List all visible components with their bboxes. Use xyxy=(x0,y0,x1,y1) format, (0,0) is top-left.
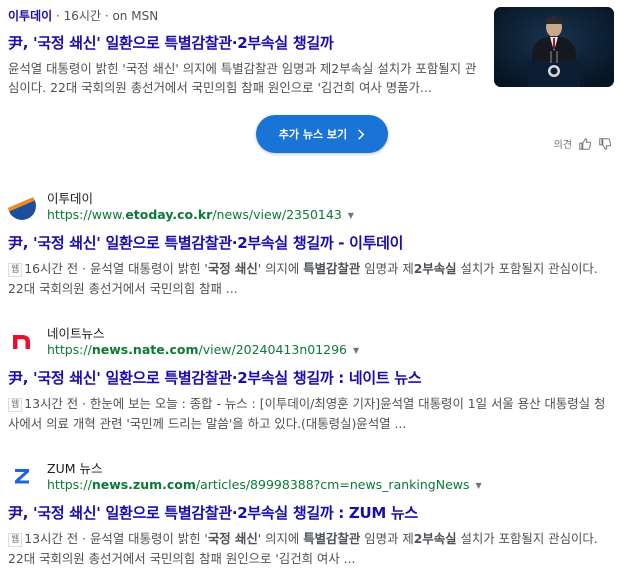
news-via: on MSN xyxy=(112,9,159,23)
thumbs-down-icon[interactable] xyxy=(598,137,612,151)
url-prefix: https://www. xyxy=(47,207,126,222)
feedback-area: 의견 xyxy=(554,136,612,151)
news-source-name[interactable]: 이투데이 xyxy=(8,9,52,23)
snippet-highlight: 특별감찰관 xyxy=(303,531,361,546)
snippet-text: ' 의지에 xyxy=(257,261,304,276)
snippet-highlight: 국정 쇄신 xyxy=(207,531,258,546)
more-options-icon[interactable]: ▼ xyxy=(353,346,359,355)
news-source-line: 이투데이 · 16시간 · on MSN xyxy=(8,9,159,23)
result-meta: 16시간 전 · xyxy=(24,261,91,276)
url-domain: news.nate.com xyxy=(91,342,199,357)
chevron-right-icon xyxy=(358,128,365,140)
result-header[interactable]: 이투데이 https://www.etoday.co.kr/news/view/… xyxy=(8,188,614,230)
url-path: /news/view/2350143 xyxy=(212,207,342,222)
more-news-button[interactable]: 추가 뉴스 보기 xyxy=(256,115,388,153)
result-site-name: 네이트뉴스 xyxy=(47,326,105,341)
result-header[interactable]: 네이트뉴스 https://news.nate.com/view/2024041… xyxy=(8,323,614,365)
result-url[interactable]: https://news.zum.com/articles/89998388?c… xyxy=(47,477,482,492)
url-path: /view/20240413n01296 xyxy=(198,342,348,357)
search-result: 이투데이 https://www.etoday.co.kr/news/view/… xyxy=(8,188,614,299)
result-meta: 13시간 전 · xyxy=(24,531,91,546)
etoday-logo-icon xyxy=(8,192,36,220)
favicon xyxy=(8,192,36,220)
snippet-text: 윤석열 대통령이 밝힌 ' xyxy=(90,531,208,546)
result-title-link[interactable]: 尹, '국정 쇄신' 일환으로 특별감찰관·2부속실 챙길까 : 네이트 뉴스 xyxy=(8,367,614,388)
top-news-card[interactable]: 이투데이 · 16시간 · on MSN 尹, '국정 쇄신' 일환으로 특별감… xyxy=(0,0,622,166)
snippet-text: ' 의지에 xyxy=(257,531,304,546)
favicon xyxy=(8,462,36,490)
result-url[interactable]: https://www.etoday.co.kr/news/view/23501… xyxy=(47,207,354,222)
more-news-label: 추가 뉴스 보기 xyxy=(278,128,348,141)
web-tag: 웹 xyxy=(8,533,23,547)
result-site-name: ZUM 뉴스 xyxy=(47,461,103,476)
speaker-at-podium-photo xyxy=(494,7,614,87)
favicon xyxy=(8,327,36,355)
result-header[interactable]: ZUM 뉴스 https://news.zum.com/articles/899… xyxy=(8,458,614,500)
url-prefix: https:// xyxy=(47,477,92,492)
snippet-text: 임명과 제 xyxy=(360,531,414,546)
url-prefix: https:// xyxy=(47,342,92,357)
url-path: /articles/89998388?cm=news_rankingNews xyxy=(195,477,470,492)
snippet-highlight: 2부속실 xyxy=(413,531,457,546)
url-domain: etoday.co.kr xyxy=(125,207,213,222)
search-result: ZUM 뉴스 https://news.zum.com/articles/899… xyxy=(8,458,614,569)
result-site-name: 이투데이 xyxy=(47,191,94,206)
news-age: 16시간 xyxy=(63,9,101,23)
snippet-text: 윤석열 대통령이 밝힌 ' xyxy=(90,261,208,276)
thumbs-up-icon[interactable] xyxy=(578,137,592,151)
web-tag: 웹 xyxy=(8,398,23,412)
snippet-highlight: 국정 쇄신 xyxy=(207,261,258,276)
news-snippet: 윤석열 대통령이 밝힌 '국정 쇄신' 의지에 특별감찰관 임명과 제2부속실 … xyxy=(8,61,477,95)
snippet-highlight: 특별감찰관 xyxy=(303,261,361,276)
result-meta: 13시간 전 · xyxy=(24,396,91,411)
snippet-text: 한눈에 보는 오늘 : 종합 - 뉴스 : [이투데이/최영훈 기자]윤석열 대… xyxy=(8,396,606,431)
result-title-link[interactable]: 尹, '국정 쇄신' 일환으로 특별감찰관·2부속실 챙길까 - 이투데이 xyxy=(8,232,614,253)
result-url[interactable]: https://news.nate.com/view/20240413n0129… xyxy=(47,342,359,357)
result-snippet: 웹 13시간 전 · 윤석열 대통령이 밝힌 '국정 쇄신' 의지에 특별감찰관 … xyxy=(8,529,614,569)
more-options-icon[interactable]: ▼ xyxy=(348,211,354,220)
snippet-highlight: 2부속실 xyxy=(413,261,457,276)
web-tag: 웹 xyxy=(8,263,23,277)
snippet-text: 임명과 제 xyxy=(360,261,414,276)
news-title-link[interactable]: 尹, '국정 쇄신' 일환으로 특별감찰관·2부속실 챙길까 xyxy=(8,32,478,53)
result-snippet: 웹 13시간 전 · 한눈에 보는 오늘 : 종합 - 뉴스 : [이투데이/최영… xyxy=(8,394,614,434)
zum-logo-icon xyxy=(8,462,36,490)
nate-logo-icon xyxy=(8,327,36,355)
feedback-label: 의견 xyxy=(553,140,572,151)
url-domain: news.zum.com xyxy=(91,477,196,492)
result-snippet: 웹 16시간 전 · 윤석열 대통령이 밝힌 '국정 쇄신' 의지에 특별감찰관 … xyxy=(8,259,614,299)
result-title-link[interactable]: 尹, '국정 쇄신' 일환으로 특별감찰관·2부속실 챙길까 : ZUM 뉴스 xyxy=(8,502,614,523)
search-result: 네이트뉴스 https://news.nate.com/view/2024041… xyxy=(8,323,614,434)
more-options-icon[interactable]: ▼ xyxy=(476,481,482,490)
news-thumbnail[interactable] xyxy=(494,7,614,87)
